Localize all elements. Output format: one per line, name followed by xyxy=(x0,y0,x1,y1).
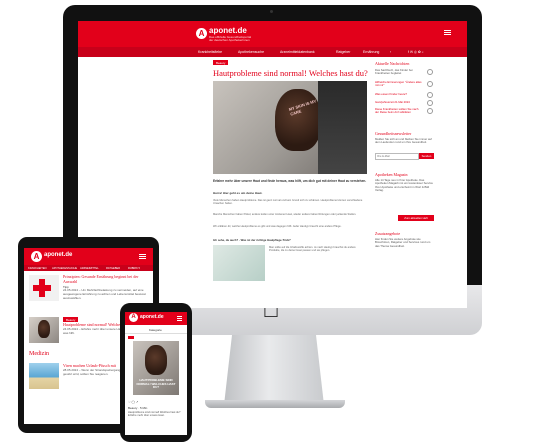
site-header: A aponet.de Das offizielle Gesundheitspo… xyxy=(78,21,467,47)
brand-logo-icon[interactable]: A xyxy=(31,251,42,262)
phone-header: A aponet.de xyxy=(125,312,187,325)
article-paragraph-2: Manche Menschen haben Pickel, andere lei… xyxy=(213,213,357,216)
main-nav: Krankheitsfiebe Apothekensuche Arzneimit… xyxy=(78,47,467,57)
menu-icon[interactable] xyxy=(444,30,451,31)
article-paragraph-3: Wir erklären dir, welche Hautprobleme es… xyxy=(213,225,342,228)
tablet-nav-item-1[interactable]: KRANKHEITEN xyxy=(28,267,46,270)
magazin-button[interactable]: Zum aktuellen Heft xyxy=(398,215,434,221)
nav-item-2[interactable]: Apothekensuche xyxy=(238,50,264,54)
tablet-section-title: Medizin xyxy=(29,351,49,357)
menu-icon[interactable] xyxy=(139,254,146,255)
newsletter-submit-button[interactable]: Senden xyxy=(419,153,434,159)
portrait-face xyxy=(145,345,167,375)
article-title: Hautprobleme sind normal! Welches hast d… xyxy=(213,68,368,78)
brand-logo-icon[interactable]: A xyxy=(129,313,138,322)
phone-hero-image: HAUTPROBLEME SIND NORMAL! WELCHES HAST D… xyxy=(133,341,179,395)
phone-icons[interactable]: ♡ ◯ ↗ xyxy=(128,400,138,404)
phone-screen: A aponet.de Kategorie HAUTPROBLEME SIND … xyxy=(125,312,187,435)
pharmacy-sign-icon xyxy=(33,285,51,291)
sidebar-news-item-5[interactable]: Diese Krankheiten sollten Sie nach der R… xyxy=(375,107,423,115)
article-list-head: Ich sehe, du auch? - Was ist der richtig… xyxy=(213,238,291,242)
brand-logo-icon[interactable]: A xyxy=(196,28,207,39)
sidebar-news-item-4[interactable]: Ganzjahreszeit 21.Mai 2024 xyxy=(375,100,423,104)
tablet-nav-item-3[interactable]: ARZNEIMITTEL xyxy=(80,267,99,270)
tablet-item1-title[interactable]: Prinzipien: Gesunde Ernährung beginnt be… xyxy=(63,274,149,284)
divider xyxy=(125,333,187,334)
sidebar-magazin-text: Alle 14 Tage neu in Ihrer Apotheke. Das … xyxy=(375,178,433,193)
phone-hero-caption: HAUTPROBLEME SIND NORMAL! WELCHES HAST D… xyxy=(136,378,176,390)
tablet-item2-image xyxy=(29,317,59,343)
category-badge[interactable]: Beauty xyxy=(213,60,229,65)
nav-item-1[interactable]: Krankheitsfiebe xyxy=(198,50,222,54)
tablet-nav-item-2[interactable]: APOTHEKENSUCHE xyxy=(52,267,77,270)
sidebar-news-item-2[interactable]: Hilfreiche Erinnerungen "Ändere alles mi… xyxy=(375,80,423,88)
sidebar-news-item-3[interactable]: Was essen Kinder heute? xyxy=(375,92,423,96)
tablet-nav-item-5[interactable]: RUBRIK 5 xyxy=(128,267,140,270)
menu-icon[interactable] xyxy=(177,316,182,317)
phone-section-label: Kategorie xyxy=(149,328,162,332)
social-icons[interactable]: f ✉ ◎ ✿ ⌕ xyxy=(408,50,424,54)
tablet-item1-text: 24.05.2024 – Um Mehrfachbelastung zu ver… xyxy=(63,288,146,300)
chevron-right-icon[interactable] xyxy=(427,100,433,106)
camera-icon xyxy=(270,10,273,13)
chevron-right-icon[interactable] xyxy=(427,81,433,87)
imac-foot xyxy=(205,400,345,408)
tablet-item3-image xyxy=(29,363,59,389)
newsletter-email-input[interactable] xyxy=(375,153,419,160)
phone-tag[interactable] xyxy=(128,336,134,339)
hero-image: MY SKIN IS MY CARE xyxy=(213,81,367,174)
article-lead: Erfahre mehr über unsere Haut und finde … xyxy=(213,179,367,183)
nav-item-4[interactable]: Ratgeber xyxy=(336,50,350,54)
chevron-right-icon[interactable] xyxy=(427,92,433,98)
nav-item-5[interactable]: Ernährung xyxy=(363,50,379,54)
sidebar-news-title: Aktuelle Nachrichten xyxy=(375,61,410,66)
tablet-item1-image xyxy=(29,275,59,301)
nav-item-3[interactable]: Arzneimitteldatenbank xyxy=(280,50,315,54)
sidebar-zusatz-title: Zusatzangebote xyxy=(375,231,401,236)
sidebar-newsletter-title: Gesundheitsnewsletter xyxy=(375,131,412,136)
hair-shadow xyxy=(318,81,367,174)
portrait-face xyxy=(38,320,50,338)
tablet-nav: KRANKHEITEN APOTHEKENSUCHE ARZNEIMITTEL … xyxy=(24,265,153,271)
phone-text: Hautprobleme sind normal! Welches hast d… xyxy=(128,411,181,418)
chevron-right-icon[interactable] xyxy=(427,69,433,75)
chevron-right-icon[interactable] xyxy=(427,108,433,114)
sidebar-zusatz-text: Hier finden Sie weitere Angebote wie Bro… xyxy=(375,237,431,248)
tablet-header: A aponet.de xyxy=(24,248,153,265)
article-subhead: Hurra! Hier geht es um deine Haut. xyxy=(213,191,263,195)
brand-name[interactable]: aponet.de xyxy=(209,26,247,35)
article-list-text: Man sollte auf die Inhaltsstoffe achten.… xyxy=(269,246,356,253)
phone-meta: Beauty · 5 Min xyxy=(128,406,148,410)
sidebar-newsletter-text: Melden Sie sich an und bleiben Sie immer… xyxy=(375,137,432,145)
phone-brand[interactable]: aponet.de xyxy=(140,314,164,320)
nav-chevron-icon[interactable]: › xyxy=(390,50,391,54)
tablet-brand[interactable]: aponet.de xyxy=(44,252,72,258)
sidebar-news-item-1[interactable]: Das Sachbuch, das Kinder bei Krankheiten… xyxy=(375,68,423,76)
imac-stand xyxy=(224,335,324,405)
article-paragraph-1: Viele Menschen haben Hautprobleme. Das i… xyxy=(213,199,363,206)
brand-tagline: Das offizielle Gesundheitsportal der deu… xyxy=(209,35,252,43)
tablet-nav-item-4[interactable]: RATGEBER xyxy=(106,267,120,270)
sidebar-magazin-title: Apotheken Magazin xyxy=(375,172,408,177)
product-image xyxy=(213,245,265,281)
